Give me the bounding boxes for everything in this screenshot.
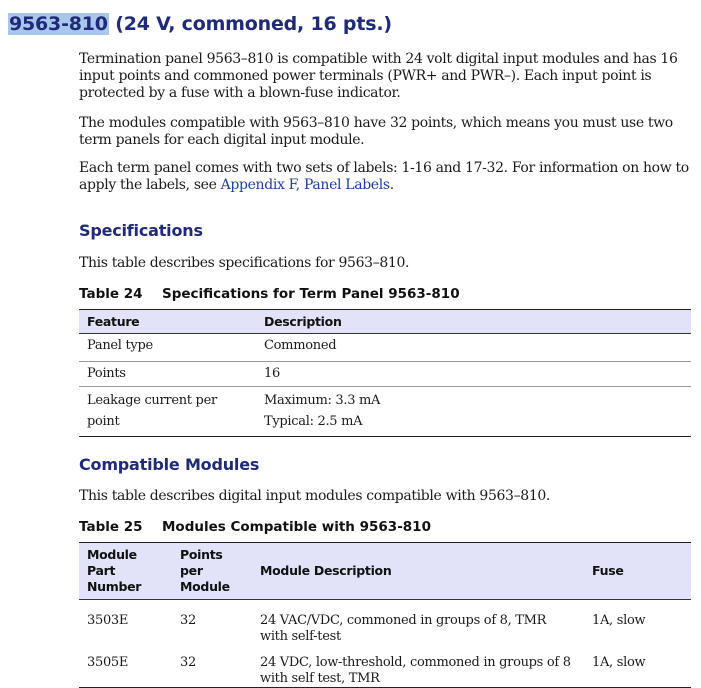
table-24-number: Table 24	[79, 286, 143, 302]
table-24-title: Specifications for Term Panel 9563-810	[162, 286, 460, 302]
specifications-table: Feature Description Panel type Commoned …	[79, 309, 691, 437]
heading-rest: (24 V, commoned, 16 pts.)	[108, 13, 392, 35]
table-25-title: Modules Compatible with 9563-810	[162, 519, 431, 535]
col-header-fuse: Fuse	[584, 542, 691, 600]
description-text: Commoned	[264, 338, 337, 353]
table-row: 3503E 32 24 VAC/VDC, commoned in groups …	[79, 600, 691, 646]
table-header-row: Module Part Number Points per Module Mod…	[79, 542, 691, 600]
cell-feature: Points	[79, 361, 256, 387]
col-header-points-per-module: Points per Module	[172, 542, 252, 600]
intro-paragraph-1: Termination panel 9563–810 is compatible…	[79, 51, 678, 101]
table-header-row: Feature Description	[79, 309, 691, 334]
cell-description: 24 VAC/VDC, commoned in groups of 8, TMR…	[260, 613, 547, 644]
specifications-heading: Specifications	[79, 221, 203, 240]
table-row: 3505E 32 24 VDC, low-threshold, commoned…	[79, 645, 691, 688]
page-heading: 9563-810 (24 V, commoned, 16 pts.)	[8, 13, 392, 35]
compatible-modules-table: Module Part Number Points per Module Mod…	[79, 542, 691, 688]
cell-part: 3505E	[79, 645, 172, 688]
selected-part-number[interactable]: 9563-810	[8, 13, 109, 35]
table-row: Panel type Commoned	[79, 333, 691, 362]
intro-paragraph-3-end: .	[389, 177, 394, 193]
table-25-number: Table 25	[79, 519, 143, 535]
col-header-description: Description	[256, 309, 691, 334]
table-25-caption: Table 25 Modules Compatible with 9563-810	[79, 519, 431, 535]
cell-description: Maximum: 3.3 mA Typical: 2.5 mA	[256, 386, 691, 437]
table-row: Points 16	[79, 361, 691, 387]
col-header-module-part-number: Module Part Number	[79, 542, 172, 600]
cell-points: 32	[180, 613, 196, 628]
feature-text: Points	[87, 366, 126, 381]
cell-description: 16	[256, 361, 691, 387]
appendix-f-link[interactable]: Appendix F, Panel Labels	[221, 177, 390, 193]
feature-text: Leakage current per point	[87, 393, 217, 429]
table-row: Leakage current per point Maximum: 3.3 m…	[79, 386, 691, 437]
cell-description: 24 VDC, low-threshold, commoned in group…	[252, 645, 584, 688]
cell-points: 32	[172, 645, 252, 688]
col-header-feature: Feature	[79, 309, 256, 334]
cell-fuse: 1A, slow	[592, 613, 646, 628]
compatible-modules-heading: Compatible Modules	[79, 455, 260, 474]
col-header-module-description: Module Description	[252, 542, 584, 600]
intro-paragraph-3: Each term panel comes with two sets of l…	[79, 160, 691, 194]
feature-text: Panel type	[87, 338, 153, 353]
description-text: Maximum: 3.3 mA	[264, 393, 381, 408]
cell-feature: Panel type	[79, 333, 256, 362]
table-24-caption: Table 24 Specifications for Term Panel 95…	[79, 286, 460, 302]
description-text: 16	[264, 366, 280, 381]
specifications-description: This table describes specifications for …	[79, 255, 410, 271]
cell-description: Commoned	[256, 333, 691, 362]
cell-feature: Leakage current per point	[79, 386, 256, 437]
description-text: Typical: 2.5 mA	[264, 414, 363, 429]
intro-paragraph-2: The modules compatible with 9563–810 hav…	[79, 115, 673, 148]
cell-fuse: 1A, slow	[584, 645, 691, 688]
cell-part: 3503E	[87, 613, 129, 628]
compatible-modules-description: This table describes digital input modul…	[79, 488, 551, 504]
